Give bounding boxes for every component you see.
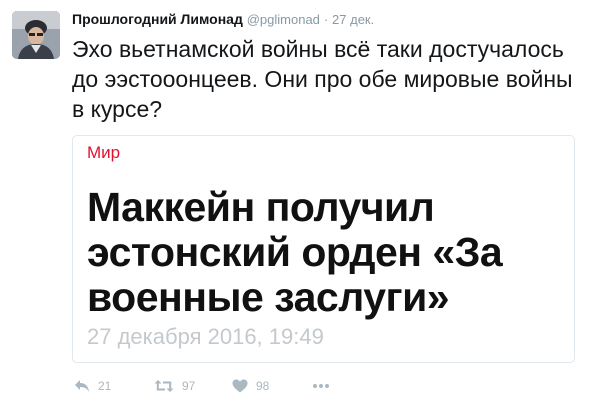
separator: · bbox=[323, 12, 329, 27]
reply-button[interactable]: 21 bbox=[74, 376, 111, 396]
more-button[interactable] bbox=[312, 376, 330, 396]
timestamp[interactable]: 27 дек. bbox=[332, 12, 374, 27]
retweet-count: 97 bbox=[182, 379, 196, 393]
avatar[interactable] bbox=[12, 11, 60, 59]
author-handle[interactable]: @pglimonad bbox=[247, 12, 320, 27]
tweet-text: Эхо вьетнамской войны всё таки достучало… bbox=[72, 36, 573, 122]
card-section-label: Мир bbox=[87, 143, 121, 162]
author-name[interactable]: Прошлогодний Лимонад bbox=[72, 11, 243, 27]
tweet-actions: 21 97 98 bbox=[72, 376, 472, 396]
heart-icon bbox=[232, 379, 248, 393]
tweet-header: Прошлогодний Лимонад @pglimonad · 27 дек… bbox=[72, 10, 374, 29]
like-count: 98 bbox=[256, 379, 270, 393]
card-headline: Маккейн получил эстонский орден «За воен… bbox=[87, 184, 503, 320]
link-card[interactable]: Мир Маккейн получил эстонский орден «За … bbox=[72, 135, 575, 363]
tweet: Прошлогодний Лимонад @pglimonad · 27 дек… bbox=[0, 0, 592, 404]
more-icon bbox=[313, 384, 329, 388]
reply-count: 21 bbox=[98, 379, 112, 393]
reply-icon bbox=[75, 380, 89, 392]
retweet-button[interactable]: 97 bbox=[154, 376, 195, 396]
card-date: 27 декабря 2016, 19:49 bbox=[87, 324, 324, 349]
user-avatar-icon bbox=[12, 11, 60, 59]
retweet-icon bbox=[154, 380, 174, 392]
like-button[interactable]: 98 bbox=[232, 376, 269, 396]
